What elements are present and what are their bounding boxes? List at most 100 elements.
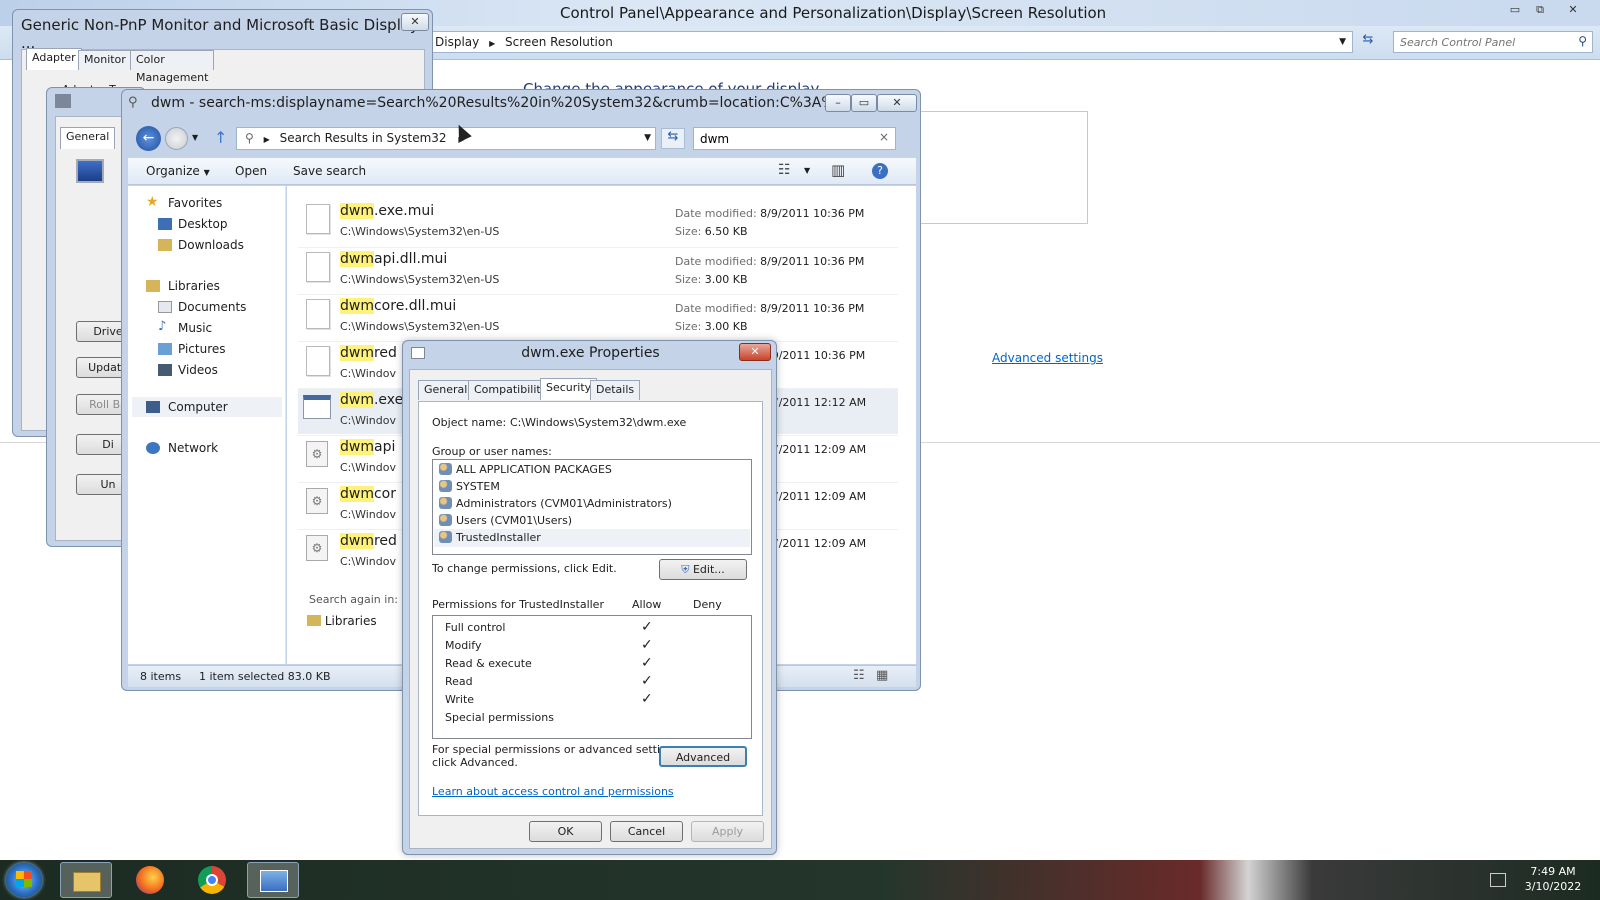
close-button[interactable]: ✕ <box>1560 2 1586 20</box>
tab-color-management[interactable]: Color Management <box>130 50 215 84</box>
nav-documents[interactable]: Documents <box>178 300 246 314</box>
taskbar-firefox-button[interactable] <box>124 862 176 898</box>
tab-security[interactable]: Security <box>540 378 598 400</box>
tab-adapter[interactable]: Adapter <box>26 48 82 70</box>
breadcrumb[interactable]: Display ▶ Screen Resolution ▼ <box>428 31 1353 53</box>
chevron-down-icon[interactable]: ▼ <box>1339 32 1346 52</box>
list-item[interactable]: ALL APPLICATION PACKAGES <box>439 463 612 476</box>
search-icon[interactable]: ⚲ <box>1578 34 1587 48</box>
list-item[interactable]: Administrators (CVM01\Administrators) <box>439 497 672 510</box>
dll-icon: ⚙ <box>306 535 328 561</box>
explorer-close-button[interactable]: ✕ <box>877 94 917 112</box>
taskbar-control-panel-button[interactable] <box>247 862 299 898</box>
tab-monitor[interactable]: Monitor <box>78 50 132 70</box>
chevron-down-icon[interactable]: ▼ <box>192 133 198 142</box>
large-icons-view-icon[interactable]: ▦ <box>876 668 888 683</box>
users-icon <box>439 514 452 526</box>
tab-details[interactable]: Details <box>590 380 641 400</box>
permissions-list[interactable]: Full control ✓ Modify ✓ Read & execute ✓ Re… <box>432 615 752 739</box>
explorer-address-bar[interactable]: ⚲ ▶ Search Results in System32 ▶ ▼ <box>236 127 656 150</box>
explorer-maximize-button[interactable]: ▭ <box>851 94 877 112</box>
taskbar: 7:49 AM 3/10/2022 <box>0 860 1600 900</box>
search-again-libraries[interactable]: Libraries <box>307 614 377 628</box>
breadcrumb-arrow-icon: ▶ <box>263 135 270 144</box>
tab-general-adapter[interactable]: General <box>60 127 116 149</box>
list-item[interactable]: dwmcore.dll.mui C:\Windows\System32\en-U… <box>298 294 898 340</box>
clear-search-icon[interactable]: × <box>879 130 889 144</box>
ok-button[interactable]: OK <box>529 821 602 842</box>
clock[interactable]: 7:49 AM 3/10/2022 <box>1518 864 1588 894</box>
open-button[interactable]: Open <box>235 164 267 178</box>
address-text[interactable]: Search Results in System32 <box>280 131 447 145</box>
monitor-dialog-title: Generic Non-PnP Monitor and Microsoft Ba… <box>21 16 419 52</box>
permission-row: Special permissions <box>445 711 554 724</box>
search-control-panel-input[interactable] <box>1398 33 1568 51</box>
search-again-label: Search again in: <box>309 593 399 606</box>
search-control-panel[interactable]: ⚲ <box>1393 31 1593 53</box>
network-tray-icon[interactable] <box>1490 873 1506 887</box>
change-permissions-text: To change permissions, click Edit. <box>432 562 617 575</box>
breadcrumb-arrow-icon: ▶ <box>489 39 496 48</box>
view-options-icon[interactable]: ☷ <box>778 162 791 178</box>
monitor-dialog-close-button[interactable]: ✕ <box>401 13 429 31</box>
start-button[interactable] <box>6 863 42 897</box>
save-search-button[interactable]: Save search <box>293 164 366 178</box>
advanced-button[interactable]: Advanced <box>659 746 747 767</box>
list-item[interactable]: dwm.exe.mui C:\Windows\System32\en-US Da… <box>298 200 898 246</box>
dll-icon: ⚙ <box>306 488 328 514</box>
permission-row: Full control ✓ <box>445 619 653 635</box>
cancel-button[interactable]: Cancel <box>610 821 683 842</box>
file-icon <box>306 252 330 282</box>
refresh-icon[interactable]: ⇆ <box>661 128 685 149</box>
explorer-search-box[interactable]: × <box>693 127 896 150</box>
refresh-icon[interactable]: ⇆ <box>1357 32 1379 52</box>
nav-desktop[interactable]: Desktop <box>178 217 228 231</box>
nav-pictures[interactable]: Pictures <box>178 342 226 356</box>
list-item[interactable]: Users (CVM01\Users) <box>439 514 572 527</box>
minimize-button[interactable]: ▭ <box>1503 2 1527 20</box>
list-item[interactable]: SYSTEM <box>439 480 500 493</box>
details-view-icon[interactable]: ☷ <box>853 668 865 683</box>
nav-videos[interactable]: Videos <box>178 363 218 377</box>
firefox-icon <box>136 866 164 894</box>
libraries-icon <box>146 280 160 292</box>
list-item[interactable]: TrustedInstaller <box>439 531 541 544</box>
item-count: 8 items <box>140 670 182 683</box>
group-list[interactable]: ALL APPLICATION PACKAGES SYSTEM Administ… <box>432 459 752 555</box>
learn-more-link[interactable]: Learn about access control and permissio… <box>432 785 674 798</box>
star-icon: ★ <box>146 194 159 210</box>
apply-button[interactable]: Apply <box>691 821 764 842</box>
maximize-button[interactable]: ⧉ <box>1528 2 1552 20</box>
downloads-icon <box>158 239 172 251</box>
nav-music[interactable]: Music <box>178 321 212 335</box>
forward-button[interactable] <box>165 127 188 150</box>
breadcrumb-display[interactable]: Display <box>435 35 479 49</box>
help-icon[interactable]: ? <box>872 163 888 179</box>
control-panel-icon <box>260 870 288 892</box>
chevron-down-icon[interactable]: ▼ <box>644 128 651 149</box>
list-item[interactable]: dwmapi.dll.mui C:\Windows\System32\en-US… <box>298 247 898 293</box>
tab-general[interactable]: General <box>418 380 474 400</box>
nav-computer[interactable]: Computer <box>168 400 228 414</box>
back-button[interactable]: ← <box>136 126 161 151</box>
permissions-header: Permissions for TrustedInstaller <box>432 598 604 611</box>
taskbar-chrome-button[interactable] <box>186 862 238 898</box>
preview-pane-icon[interactable]: ▥ <box>831 161 845 179</box>
nav-libraries[interactable]: Libraries <box>168 279 220 293</box>
folder-icon <box>307 615 321 626</box>
up-arrow-icon[interactable]: ↑ <box>214 128 227 147</box>
explorer-search-input[interactable] <box>698 129 868 148</box>
advanced-settings-link[interactable]: Advanced settings <box>992 351 1103 365</box>
taskbar-explorer-button[interactable] <box>60 862 112 898</box>
chevron-down-icon[interactable]: ▼ <box>804 166 810 175</box>
breadcrumb-screen-resolution[interactable]: Screen Resolution <box>505 35 613 49</box>
network-icon <box>146 442 160 454</box>
properties-close-button[interactable]: ✕ <box>739 343 771 361</box>
nav-network[interactable]: Network <box>168 441 218 455</box>
adapter-icon <box>55 94 71 108</box>
edit-button[interactable]: ⛨ Edit... <box>659 559 747 580</box>
nav-downloads[interactable]: Downloads <box>178 238 244 252</box>
nav-favorites[interactable]: Favorites <box>168 196 222 210</box>
explorer-minimize-button[interactable]: – <box>825 94 851 112</box>
organize-button[interactable]: Organize ▼ <box>146 164 210 178</box>
